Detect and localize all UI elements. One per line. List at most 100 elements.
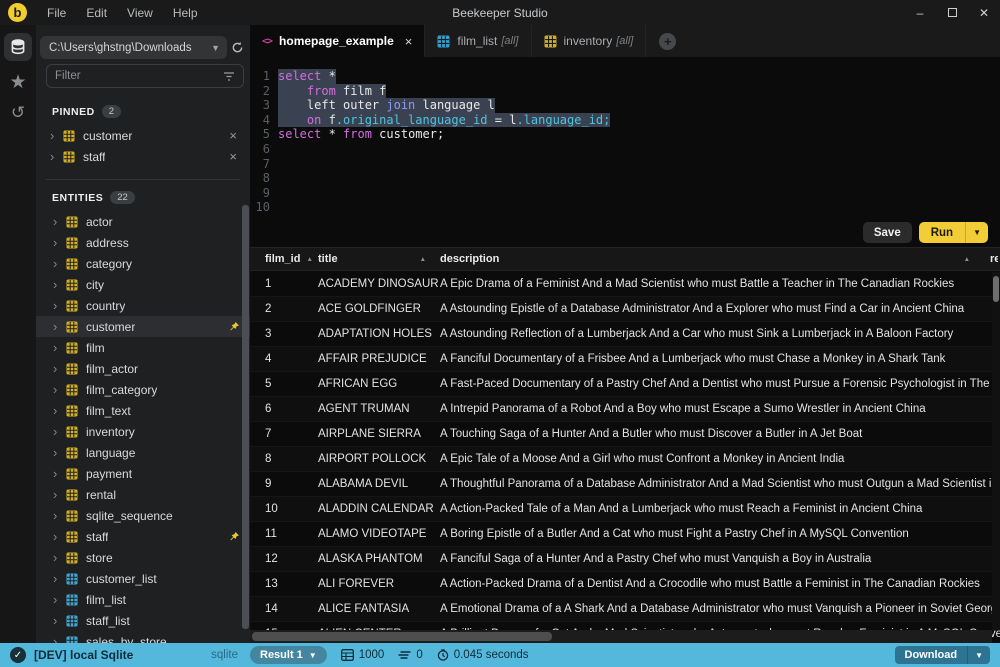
cell-film-id[interactable]: 2 [250,303,318,315]
chevron-right-icon[interactable]: › [53,404,66,417]
save-button[interactable]: Save [863,222,912,243]
sort-asc-icon[interactable]: ▲ [306,256,312,263]
cell-description[interactable]: A Boring Epistle of a Butler And a Cat w… [440,528,1000,540]
chevron-right-icon[interactable]: › [53,257,66,270]
table-row[interactable]: 7 AIRPLANE SIERRA A Touching Saga of a H… [250,421,1000,446]
cell-film-id[interactable]: 7 [250,428,318,440]
chevron-right-icon[interactable]: › [53,278,66,291]
chevron-right-icon[interactable]: › [53,320,66,333]
horizontal-scrollbar[interactable] [250,630,992,643]
chevron-right-icon[interactable]: › [53,593,66,606]
cell-description[interactable]: A Astounding Epistle of a Database Admin… [440,303,1000,315]
history-button[interactable]: ↺ [11,104,25,121]
entity-item[interactable]: › customer [36,316,250,337]
cell-title[interactable]: AIRPORT POLLOCK [318,453,440,465]
cell-description[interactable]: A Action-Packed Tale of a Man And a Lumb… [440,503,1000,515]
table-row[interactable]: 3 ADAPTATION HOLES A Astounding Reflecti… [250,321,1000,346]
entity-item[interactable]: › customer_list [36,568,250,589]
chevron-right-icon[interactable]: › [53,467,66,480]
database-tab-button[interactable] [4,33,32,61]
entity-item[interactable]: › language [36,442,250,463]
entity-item[interactable]: › payment [36,463,250,484]
chevron-right-icon[interactable]: › [53,236,66,249]
vertical-scrollbar-thumb[interactable] [993,276,999,302]
chevron-right-icon[interactable]: › [53,383,66,396]
cell-film-id[interactable]: 8 [250,453,318,465]
close-tab-icon[interactable]: × [405,34,413,49]
sidebar-scrollbar[interactable] [242,205,249,629]
cell-film-id[interactable]: 3 [250,328,318,340]
cell-description[interactable]: A Intrepid Panorama of a Robot And a Boy… [440,403,1000,415]
entity-item[interactable]: › inventory [36,421,250,442]
table-row[interactable]: 5 AFRICAN EGG A Fast-Paced Documentary o… [250,371,1000,396]
table-row[interactable]: 8 AIRPORT POLLOCK A Epic Tale of a Moose… [250,446,1000,471]
menu-item[interactable]: File [37,6,76,20]
chevron-right-icon[interactable]: › [53,530,66,543]
download-button[interactable]: Download ▼ [895,646,990,664]
unpin-close-icon[interactable]: × [229,149,240,164]
table-row[interactable]: 10 ALADDIN CALENDAR A Action-Packed Tale… [250,496,1000,521]
cell-description[interactable]: A Fanciful Saga of a Hunter And a Pastry… [440,553,1000,565]
cell-description[interactable]: A Astounding Reflection of a Lumberjack … [440,328,1000,340]
column-header-film-id[interactable]: film_id▲ [250,248,318,270]
entity-item[interactable]: › sales_by_store [36,631,250,643]
cell-title[interactable]: AGENT TRUMAN [318,403,440,415]
table-row[interactable]: 4 AFFAIR PREJUDICE A Fanciful Documentar… [250,346,1000,371]
pinned-item[interactable]: › staff × [36,146,250,167]
maximize-button[interactable] [936,0,968,25]
database-file-select[interactable]: C:\Users\ghstng\Downloads ▼ [40,36,227,59]
horizontal-scrollbar-thumb[interactable] [252,632,552,641]
menu-item[interactable]: Edit [76,6,117,20]
table-row[interactable]: 9 ALABAMA DEVIL A Thoughtful Panorama of… [250,471,1000,496]
menu-item[interactable]: Help [163,6,208,20]
filter-input[interactable] [55,70,223,82]
cell-description[interactable]: A Thoughtful Panorama of a Database Admi… [440,478,1000,490]
entity-item[interactable]: › sqlite_sequence [36,505,250,526]
cell-film-id[interactable]: 14 [250,603,318,615]
table-row[interactable]: 13 ALI FOREVER A Action-Packed Drama of … [250,571,1000,596]
chevron-right-icon[interactable]: › [53,299,66,312]
chevron-right-icon[interactable]: › [53,635,66,643]
table-row[interactable]: 6 AGENT TRUMAN A Intrepid Panorama of a … [250,396,1000,421]
chevron-right-icon[interactable]: › [53,572,66,585]
table-row[interactable]: 11 ALAMO VIDEOTAPE A Boring Epistle of a… [250,521,1000,546]
cell-description[interactable]: A Action-Packed Drama of a Dentist And a… [440,578,1000,590]
cell-title[interactable]: ACE GOLDFINGER [318,303,440,315]
vertical-scrollbar[interactable] [992,272,1000,630]
cell-film-id[interactable]: 12 [250,553,318,565]
entity-item[interactable]: › actor [36,211,250,232]
favorites-button[interactable]: ★ [9,73,26,92]
table-row[interactable]: 2 ACE GOLDFINGER A Astounding Epistle of… [250,296,1000,321]
cell-title[interactable]: ALICE FANTASIA [318,603,440,615]
entity-item[interactable]: › category [36,253,250,274]
cell-title[interactable]: ALADDIN CALENDAR [318,503,440,515]
entity-item[interactable]: › rental [36,484,250,505]
entity-item[interactable]: › staff [36,526,250,547]
entity-item[interactable]: › film_category [36,379,250,400]
cell-film-id[interactable]: 1 [250,278,318,290]
entity-item[interactable]: › country [36,295,250,316]
cell-film-id[interactable]: 9 [250,478,318,490]
close-button[interactable]: ✕ [968,0,1000,25]
cell-description[interactable]: A Emotional Drama of a A Shark And a Dat… [440,603,1000,615]
cell-title[interactable]: ALASKA PHANTOM [318,553,440,565]
entity-item[interactable]: › film_actor [36,358,250,379]
table-row[interactable]: 12 ALASKA PHANTOM A Fanciful Saga of a H… [250,546,1000,571]
entity-item[interactable]: › city [36,274,250,295]
cell-description[interactable]: A Epic Tale of a Moose And a Girl who mu… [440,453,1000,465]
column-header-description[interactable]: description [440,248,1000,270]
download-options-caret[interactable]: ▼ [967,646,990,664]
entity-filter[interactable] [46,64,244,88]
cell-film-id[interactable]: 4 [250,353,318,365]
cell-description[interactable]: A Fast-Paced Documentary of a Pastry Che… [440,378,1000,390]
table-row[interactable]: 1 ACADEMY DINOSAUR A Epic Drama of a Fem… [250,271,1000,296]
tab[interactable]: <> film_list [all] × [425,25,531,57]
entity-item[interactable]: › store [36,547,250,568]
cell-film-id[interactable]: 10 [250,503,318,515]
chevron-right-icon[interactable]: › [53,341,66,354]
cell-film-id[interactable]: 5 [250,378,318,390]
sort-asc-icon[interactable]: ▲ [964,256,970,263]
cell-description[interactable]: A Fanciful Documentary of a Frisbee And … [440,353,1000,365]
unpin-close-icon[interactable]: × [229,128,240,143]
result-selector[interactable]: Result 1▼ [250,646,327,664]
